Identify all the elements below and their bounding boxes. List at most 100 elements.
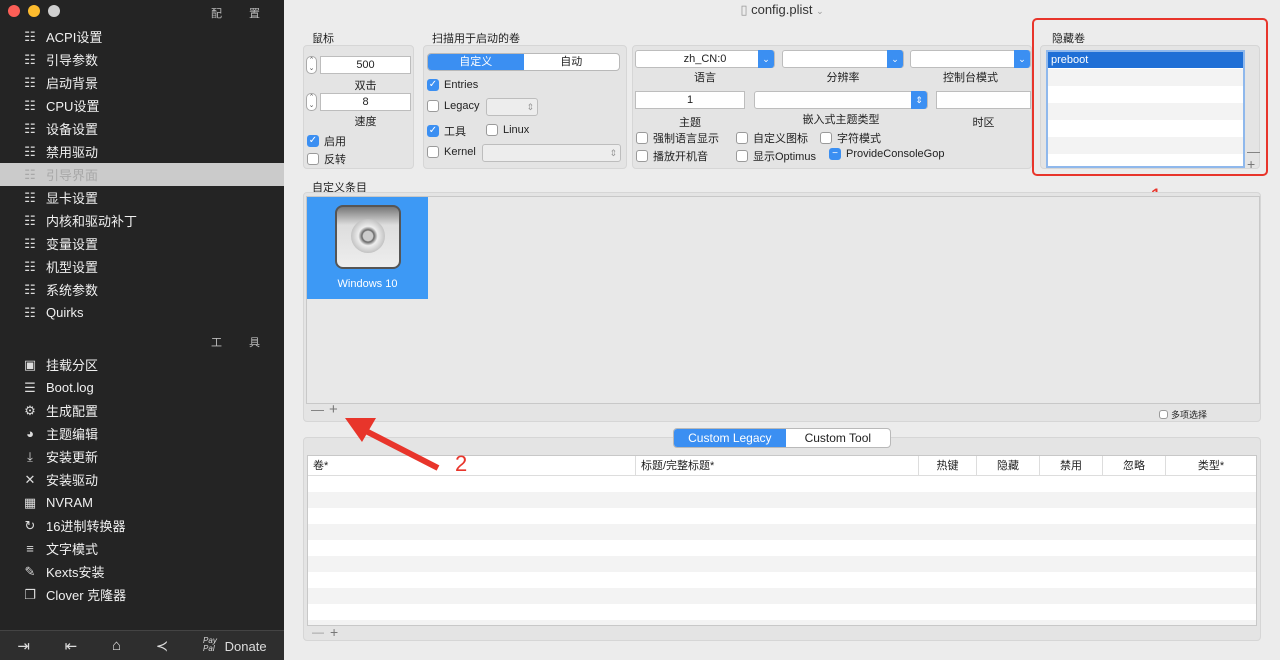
- add-entry-button[interactable]: +: [329, 401, 338, 418]
- theme-field[interactable]: 1: [635, 91, 745, 109]
- invert-checkbox[interactable]: 反转: [307, 151, 346, 167]
- sidebar-item-label: Kexts安装: [46, 565, 105, 580]
- console-mode-select[interactable]: ⌄: [910, 50, 1031, 68]
- checkbox-mixed-icon: −: [829, 148, 841, 160]
- window-title: ▯ config.plist ⌄: [284, 0, 1280, 20]
- tools-checkbox[interactable]: ✓ 工具: [427, 123, 466, 139]
- timezone-field[interactable]: [936, 91, 1031, 109]
- sidebar-item[interactable]: ≡ 文字模式: [0, 537, 284, 560]
- sidebar-item[interactable]: ✎ Kexts安装: [0, 560, 284, 583]
- speed-stepper[interactable]: ⌃ ⌄: [306, 93, 317, 111]
- custom-entries-group: Windows 10 — + 多项选择: [303, 192, 1261, 422]
- enable-checkbox[interactable]: ✓ 启用: [307, 133, 346, 149]
- legacy-checkbox[interactable]: Legacy: [427, 100, 479, 112]
- sidebar-item-label: Quirks: [46, 305, 84, 320]
- add-row-button[interactable]: +: [330, 624, 338, 640]
- tab-custom-legacy[interactable]: Custom Legacy: [674, 429, 786, 447]
- checkbox-icon: [1159, 410, 1168, 419]
- sidebar-item-label: 引导参数: [46, 53, 99, 68]
- sidebar-item[interactable]: ❐ Clover 克隆器: [0, 583, 284, 606]
- home-icon[interactable]: ⌂: [112, 637, 121, 654]
- checkbox-checked-icon: ✓: [427, 125, 439, 137]
- enable-label: 启用: [324, 136, 346, 148]
- sidebar-item[interactable]: ⚙ 生成配置: [0, 399, 284, 422]
- checkbox-checked-icon: ✓: [307, 135, 319, 147]
- speed-field[interactable]: 8: [320, 93, 411, 111]
- sidebar-item[interactable]: ☷ 系统参数: [0, 278, 284, 301]
- column-header[interactable]: 标题/完整标题*: [636, 456, 919, 476]
- play-sound-checkbox[interactable]: 播放开机音: [636, 148, 708, 164]
- sidebar-item[interactable]: ☷ 机型设置: [0, 255, 284, 278]
- entry-tile[interactable]: Windows 10: [307, 197, 428, 299]
- checkbox-icon: [636, 150, 648, 162]
- sidebar-item[interactable]: ☷ 内核和驱动补丁: [0, 209, 284, 232]
- sidebar-item[interactable]: ☷ ACPI设置: [0, 25, 284, 48]
- remove-entry-button[interactable]: —: [311, 402, 324, 417]
- column-header[interactable]: 热键: [919, 456, 977, 476]
- refresh-icon: ↻: [24, 517, 36, 533]
- sidebar-item[interactable]: ▣ 挂载分区: [0, 353, 284, 376]
- entries-label: Entries: [444, 79, 479, 91]
- embedded-theme-select[interactable]: ⇕: [754, 91, 928, 109]
- donate-button[interactable]: Pay Pal Donate: [203, 637, 267, 655]
- seg-custom[interactable]: 自定义: [428, 54, 524, 70]
- resolution-select[interactable]: ⌄: [782, 50, 904, 68]
- checkbox-icon: [820, 132, 832, 144]
- plug-icon: ✎: [24, 563, 36, 579]
- double-click-stepper[interactable]: ⌃ ⌄: [306, 56, 317, 74]
- sidebar-item[interactable]: ↻ 16进制转换器: [0, 514, 284, 537]
- sidebar-item[interactable]: ☷ 显卡设置: [0, 186, 284, 209]
- sidebar-item[interactable]: ☷ 启动背景: [0, 71, 284, 94]
- show-optimus-checkbox[interactable]: 显示Optimus: [736, 148, 816, 164]
- multi-select-checkbox[interactable]: 多项选择: [1159, 408, 1207, 421]
- text-mode-checkbox[interactable]: 字符模式: [820, 130, 881, 146]
- sidebar-item[interactable]: ☷ Quirks: [0, 301, 284, 324]
- close-button[interactable]: [8, 5, 20, 17]
- sidebar-item[interactable]: ✕ 安装驱动: [0, 468, 284, 491]
- column-header[interactable]: 隐藏: [977, 456, 1040, 476]
- timezone-label: 时区: [972, 117, 995, 129]
- linux-checkbox[interactable]: Linux: [486, 124, 529, 136]
- kernel-select[interactable]: ⇕: [482, 144, 621, 162]
- column-header[interactable]: 禁用: [1040, 456, 1103, 476]
- sidebar-item[interactable]: ☷ 设备设置: [0, 117, 284, 140]
- tab-custom-tool[interactable]: Custom Tool: [786, 429, 890, 447]
- log-search-icon: ☰: [24, 379, 36, 395]
- multi-select-label: 多项选择: [1171, 410, 1208, 420]
- import-icon[interactable]: ⇥: [17, 637, 30, 655]
- sidebar-item[interactable]: ◕ 主题编辑: [0, 422, 284, 445]
- zoom-button[interactable]: [48, 5, 60, 17]
- legacy-select[interactable]: ⇕: [486, 98, 538, 116]
- sidebar-item[interactable]: ☷ 变量设置: [0, 232, 284, 255]
- seg-auto[interactable]: 自动: [524, 54, 620, 70]
- kernel-checkbox[interactable]: Kernel: [427, 146, 476, 158]
- force-language-checkbox[interactable]: 强制语言显示: [636, 130, 719, 146]
- sidebar-item-label: 显卡设置: [46, 191, 99, 206]
- sidebar-item[interactable]: ☷ 引导参数: [0, 48, 284, 71]
- check-label: 显示Optimus: [753, 151, 816, 163]
- column-header[interactable]: 类型*: [1166, 456, 1256, 476]
- custom-icons-checkbox[interactable]: 自定义图标: [736, 130, 808, 146]
- double-click-field[interactable]: 500: [320, 56, 411, 74]
- export-icon[interactable]: ⇤: [65, 637, 78, 655]
- list-icon: ☷: [24, 51, 36, 67]
- sidebar-item[interactable]: ⤓ 安装更新: [0, 445, 284, 468]
- column-header[interactable]: 忽略: [1103, 456, 1166, 476]
- entries-checkbox[interactable]: ✓ Entries: [427, 79, 478, 91]
- share-icon[interactable]: ≺: [156, 637, 169, 655]
- sidebar-item[interactable]: ☷ CPU设置: [0, 94, 284, 117]
- minimize-button[interactable]: [28, 5, 40, 17]
- copy-icon: ❐: [24, 586, 36, 602]
- text-lines-icon: ≡: [26, 541, 34, 556]
- remove-row-button[interactable]: —: [312, 625, 324, 639]
- sidebar-item[interactable]: ☷ 禁用驱动: [0, 140, 284, 163]
- provide-console-gop-checkbox[interactable]: − ProvideConsoleGop: [829, 148, 944, 160]
- sidebar-item-label: 文字模式: [46, 542, 99, 557]
- chevron-down-icon[interactable]: ⌄: [816, 6, 824, 16]
- language-select[interactable]: zh_CN:0 ⌄: [635, 50, 775, 68]
- sidebar-item-label: ACPI设置: [46, 30, 103, 45]
- console-mode-label: 控制台模式: [943, 72, 998, 84]
- sidebar-item[interactable]: ▦ NVRAM: [0, 491, 284, 514]
- sidebar-item[interactable]: ☷ 引导界面: [0, 163, 284, 186]
- sidebar-item[interactable]: ☰ Boot.log: [0, 376, 284, 399]
